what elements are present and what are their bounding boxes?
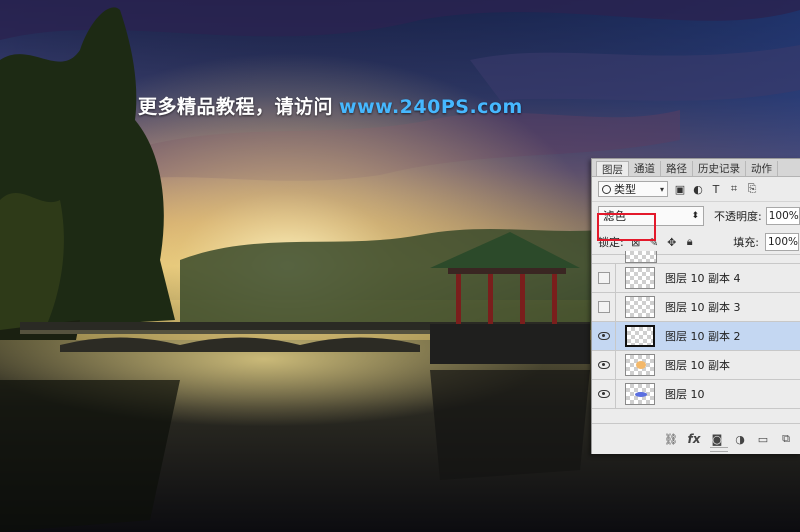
new-group-icon[interactable]: ▭ [756,432,770,446]
layer-row-selected[interactable]: 图层 10 副本 2 [592,322,800,351]
lock-row: 锁定: ⊠ ✎ ✥ 🔒︎ 填充: 100% [592,230,800,255]
lock-all-icon[interactable]: 🔒︎ [684,235,696,248]
layer-row[interactable]: 图层 10 [592,380,800,409]
lock-label: 锁定: [598,236,624,249]
layer-thumbnail [625,325,655,347]
lock-transparency-icon[interactable]: ⊠ [630,236,642,249]
layer-name: 图层 10 副本 [665,359,730,372]
add-mask-icon[interactable]: ◙ [710,432,724,446]
watermark-url[interactable]: www.240PS.com [339,96,523,118]
filter-kind-label: 类型 [614,183,636,196]
eye-icon [597,332,610,340]
visibility-toggle[interactable] [592,293,616,321]
layer-thumbnail [625,296,655,318]
watermark-text: 更多精品教程，请访问 [138,96,334,118]
tab-channels[interactable]: 通道 [629,161,661,176]
panel-tabs: 图层 通道 路径 历史记录 动作 [592,159,800,177]
visibility-toggle[interactable] [592,351,616,379]
eye-icon [597,361,610,369]
layer-name: 图层 10 副本 3 [665,301,741,314]
layer-thumbnail [625,267,655,289]
thumbnail-blob [636,361,646,369]
visibility-empty-box [597,272,610,284]
tab-paths[interactable]: 路径 [661,161,693,176]
visibility-toggle[interactable] [592,322,616,350]
visibility-toggle[interactable] [592,380,616,408]
layer-row[interactable]: 图层 10 副本 4 [592,264,800,293]
adjustment-filter-icon[interactable]: ◐ [692,183,704,196]
tab-history[interactable]: 历史记录 [693,161,746,176]
layer-name: 图层 10 副本 4 [665,272,741,285]
smart-object-filter-icon[interactable]: ⎘ [746,182,758,195]
blend-mode-value: 滤色 [603,209,626,223]
layer-thumbnail [625,383,655,405]
watermark: 更多精品教程，请访问 www.240PS.com [138,92,523,119]
layer-name: 图层 10 副本 2 [665,330,741,343]
fill-field[interactable]: 100% [765,233,799,251]
layer-row[interactable]: 图层 10 副本 3 [592,293,800,322]
new-layer-icon[interactable]: ⧉ [779,432,793,446]
resize-grip[interactable] [710,447,728,452]
layer-thumbnail [625,354,655,376]
filter-row: 类型 ▾ ▣ ◐ T ⌗ ⎘ [592,177,800,202]
type-filter-icon[interactable]: T [710,183,722,196]
lock-position-icon[interactable]: ✥ [666,236,678,249]
filter-kind-select[interactable]: 类型 ▾ [598,181,668,197]
layer-name: 图层 10 [665,388,705,401]
eye-icon [597,390,610,398]
panel-footer: ⛓ fx ◙ ◑ ▭ ⧉ [592,423,800,454]
opacity-label: 不透明度: [714,210,762,223]
fx-icon[interactable]: fx [687,432,701,446]
blend-row: 滤色 ⬍ 不透明度: 100% [592,202,800,230]
image-filter-icon[interactable]: ▣ [674,183,686,196]
layer-row[interactable]: 图层 10 副本 [592,351,800,380]
layers-panel: 图层 通道 路径 历史记录 动作 类型 ▾ ▣ ◐ T ⌗ ⎘ 滤色 ⬍ 不透明… [591,158,800,454]
fill-label: 填充: [733,236,759,249]
blend-mode-select[interactable]: 滤色 ⬍ [598,206,704,226]
visibility-empty-box [597,301,610,313]
opacity-field[interactable]: 100% [765,207,800,225]
layer-list: 图层 10 副本 4 图层 10 副本 3 图层 10 副本 2 图层 10 副… [592,251,800,409]
search-icon [602,184,611,194]
layer-thumbnail [625,251,657,263]
link-layers-icon[interactable]: ⛓ [664,432,678,446]
tab-layers[interactable]: 图层 [596,161,629,176]
adjustment-layer-icon[interactable]: ◑ [733,432,747,446]
layer-row-partial[interactable] [592,251,800,264]
shape-filter-icon[interactable]: ⌗ [728,182,740,195]
visibility-toggle[interactable] [592,264,616,292]
thumbnail-blob [635,392,647,397]
chevron-down-icon: ▾ [659,184,664,194]
lock-pixels-icon[interactable]: ✎ [648,236,660,249]
updown-arrows-icon: ⬍ [691,211,699,221]
tab-actions[interactable]: 动作 [746,161,778,176]
